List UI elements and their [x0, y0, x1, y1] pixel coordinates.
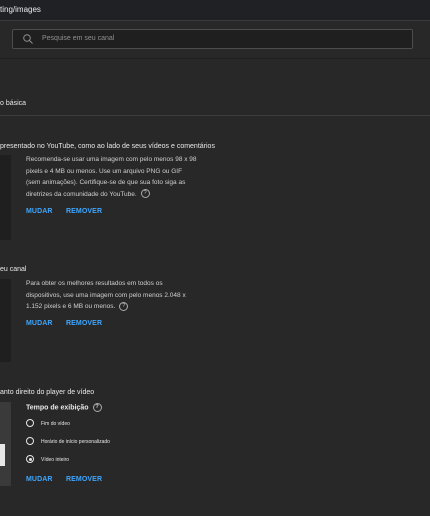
- search-icon: [23, 34, 33, 44]
- banner-remove-button[interactable]: REMOVER: [66, 320, 102, 327]
- help-icon[interactable]: ?: [119, 301, 129, 311]
- search-placeholder: Pesquise em seu canal: [42, 35, 115, 42]
- banner-description: Para obter os melhores resultados em tod…: [26, 280, 186, 311]
- tab-basic-info[interactable]: o básica: [0, 100, 26, 107]
- watermark-section-title: anto direito do player de vídeo: [0, 389, 95, 396]
- radio-label-end-of-video: Fim do vídeo: [41, 421, 70, 427]
- watermark-change-button[interactable]: MUDAR: [26, 476, 53, 483]
- tab-divider: [0, 115, 430, 116]
- banner-change-button[interactable]: MUDAR: [26, 320, 53, 327]
- channel-search-box[interactable]: Pesquise em seu canal: [12, 29, 413, 49]
- picture-remove-button[interactable]: REMOVER: [66, 208, 102, 215]
- picture-section-title: presentado no YouTube, como ao lado de s…: [0, 143, 215, 150]
- picture-change-button[interactable]: MUDAR: [26, 208, 53, 215]
- watermark-preview: [0, 402, 11, 486]
- radio-custom-start-time[interactable]: [26, 437, 34, 445]
- help-icon[interactable]: ?: [92, 403, 102, 412]
- radio-label-entire-video: Vídeo inteiro: [41, 457, 70, 463]
- display-time-heading: Tempo de exibição?: [26, 403, 102, 412]
- url-text: ting/images: [0, 5, 41, 14]
- watermark-preview-mark: [0, 444, 5, 466]
- banner-section-title: eu canal: [0, 266, 27, 273]
- radio-entire-video[interactable]: [26, 455, 34, 463]
- picture-preview: [0, 155, 11, 240]
- radio-end-of-video[interactable]: [26, 419, 34, 427]
- picture-description: Recomenda-se usar uma imagem com pelo me…: [26, 156, 197, 199]
- banner-preview: [0, 279, 11, 362]
- watermark-remove-button[interactable]: REMOVER: [66, 476, 102, 483]
- browser-url-bar[interactable]: ting/images: [0, 0, 430, 21]
- help-icon[interactable]: ?: [140, 189, 150, 199]
- radio-label-custom-start-time: Horário de início personalizado: [41, 439, 110, 445]
